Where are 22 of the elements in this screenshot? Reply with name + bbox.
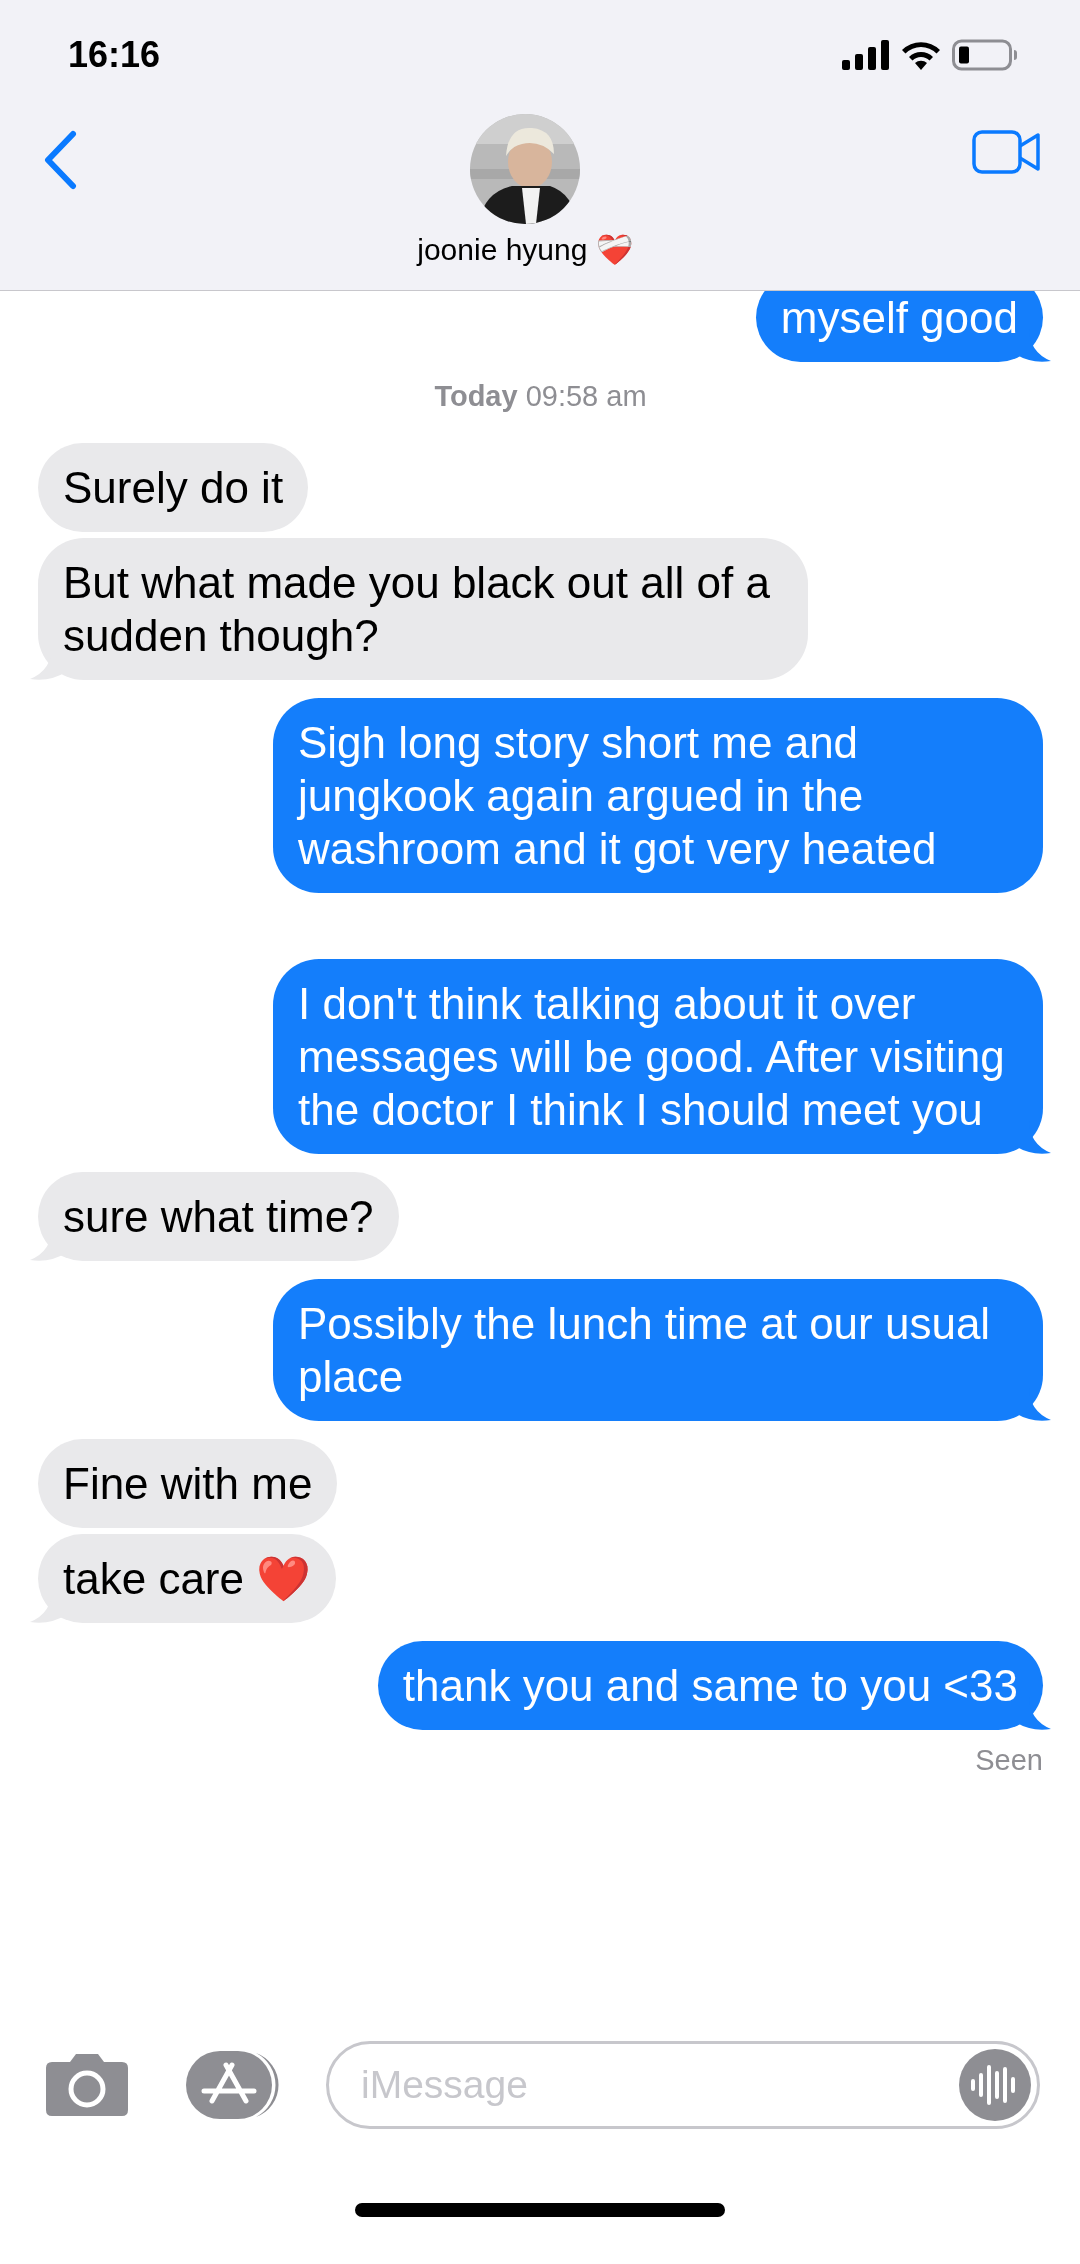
message-bubble: thank you and same to you <33 [377, 1641, 1051, 1730]
status-time: 16:16 [68, 34, 161, 76]
message-bubble: Fine with me [30, 1439, 338, 1528]
battery-icon [952, 39, 1018, 71]
message-bubble: Surely do it [30, 443, 309, 532]
message-bubble: sure what time? [30, 1172, 399, 1261]
message-input[interactable]: iMessage [359, 2062, 959, 2108]
read-receipt: Seen [975, 1744, 1043, 1777]
message-bubble: Sigh long story short me and jungkook again argued in the washroom and it got very heated [273, 698, 1051, 893]
video-camera-icon[interactable] [972, 130, 1040, 174]
contact-name[interactable]: joonie hyung ❤‍🩹 [417, 232, 633, 267]
compose-field[interactable]: iMessage [326, 2041, 1040, 2129]
message-bubble: take care ❤ [30, 1534, 337, 1623]
camera-icon[interactable] [44, 2052, 130, 2118]
timestamp: Today 09:58 am [434, 380, 647, 413]
audio-wave-icon[interactable] [959, 2049, 1031, 2121]
wifi-icon [900, 40, 942, 70]
signal-icon [842, 40, 890, 70]
message-bubble: Possibly the lunch time at our usual place [273, 1279, 1051, 1421]
message-bubble: But what made you black out all of a sudden though? [30, 538, 808, 680]
back-icon[interactable] [42, 130, 78, 190]
message-bubble: I don't think talking about it over messages will be good. After visiting the doctor I think I should meet you [273, 959, 1051, 1154]
